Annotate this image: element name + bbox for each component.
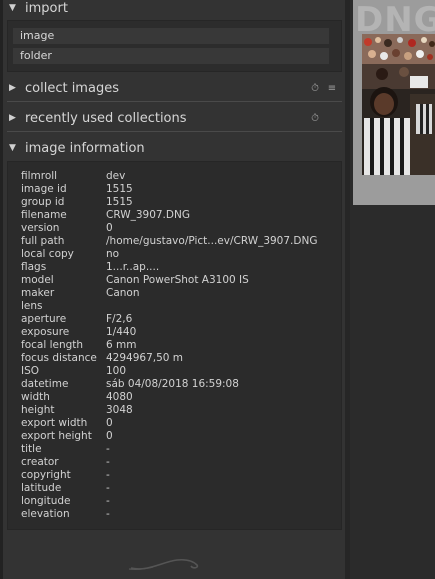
module-header-recent-collections[interactable]: ▶ recently used collections ⏱ ≡ [7,107,342,129]
info-key: longitude [21,495,71,507]
info-value: - [106,495,110,507]
info-key: datetime [21,378,69,390]
info-key: version [21,222,60,234]
module-title-collect-images: collect images [25,80,119,96]
module-title-image-information: image information [25,140,145,156]
thumbnail-image[interactable] [362,34,435,175]
info-key: group id [21,196,65,208]
darktable-lighttable: ▼ import image folder ▶ collect images ⏱… [0,0,435,579]
info-key: full path [21,235,65,247]
info-value: 100 [106,365,127,377]
info-key: lens [21,300,43,312]
info-value: - [106,482,110,494]
info-value: CRW_3907.DNG [106,209,190,221]
info-key: elevation [21,508,70,520]
module-header-image-information[interactable]: ▼ image information [7,137,342,159]
info-key: focal length [21,339,84,351]
info-key: image id [21,183,67,195]
import-image-button[interactable]: image [13,28,329,44]
info-value: - [106,469,110,481]
info-value: 4294967,50 m [106,352,184,364]
info-key: aperture [21,313,67,325]
collapsed-arrow-icon: ▶ [9,83,16,93]
panel-end-flourish-icon [128,558,199,570]
info-value: 1515 [106,196,133,208]
info-value: 0 [106,417,113,429]
info-value: 1/440 [106,326,137,338]
info-value: /home/gustavo/Pict...ev/CRW_3907.DNG [106,235,318,247]
info-key: exposure [21,326,70,338]
info-key: title [21,443,42,455]
info-key: filmroll [21,170,58,182]
expanded-arrow-icon: ▼ [9,3,16,13]
info-key: height [21,404,55,416]
info-key: model [21,274,54,286]
info-key: local copy [21,248,74,260]
module-header-import[interactable]: ▼ import [7,0,342,19]
module-separator [7,131,342,132]
presets-icon[interactable]: ≡ [325,83,339,94]
import-folder-button[interactable]: folder [13,48,329,64]
info-value: F/2,6 [106,313,133,325]
info-key: width [21,391,50,403]
info-key: latitude [21,482,62,494]
info-value: no [106,248,120,260]
info-value: 0 [106,222,113,234]
info-value: sáb 04/08/2018 16:59:08 [106,378,239,390]
info-value: - [106,443,110,455]
info-key: copyright [21,469,71,481]
module-title-import: import [25,0,68,16]
expanded-arrow-icon: ▼ [9,143,16,153]
module-title-recent-collections: recently used collections [25,110,187,126]
info-key: flags [21,261,47,273]
info-value: dev [106,170,126,182]
info-key: export width [21,417,88,429]
reset-icon[interactable]: ⏱ [308,113,322,124]
info-value: 3048 [106,404,133,416]
info-value: - [106,456,110,468]
info-value: - [106,508,110,520]
collapsed-arrow-icon: ▶ [9,113,16,123]
info-key: maker [21,287,55,299]
info-key: ISO [21,365,40,377]
info-key: creator [21,456,59,468]
info-key: export height [21,430,92,442]
info-value: Canon PowerShot A3100 IS [106,274,249,286]
module-separator [7,101,342,102]
info-value: 0 [106,430,113,442]
info-value: 4080 [106,391,133,403]
reset-icon[interactable]: ⏱ [308,83,322,94]
info-value: 1...r..ap.... [106,261,160,273]
info-value: Canon [106,287,140,299]
info-key: focus distance [21,352,97,364]
info-key: filename [21,209,67,221]
image-information-body: filmroll dev image id 1515 group id 1515 filen… [7,161,342,530]
info-value: 6 mm [106,339,137,351]
info-value: 1515 [106,183,133,195]
module-header-collect-images[interactable]: ▶ collect images ⏱ ≡ [7,77,342,99]
